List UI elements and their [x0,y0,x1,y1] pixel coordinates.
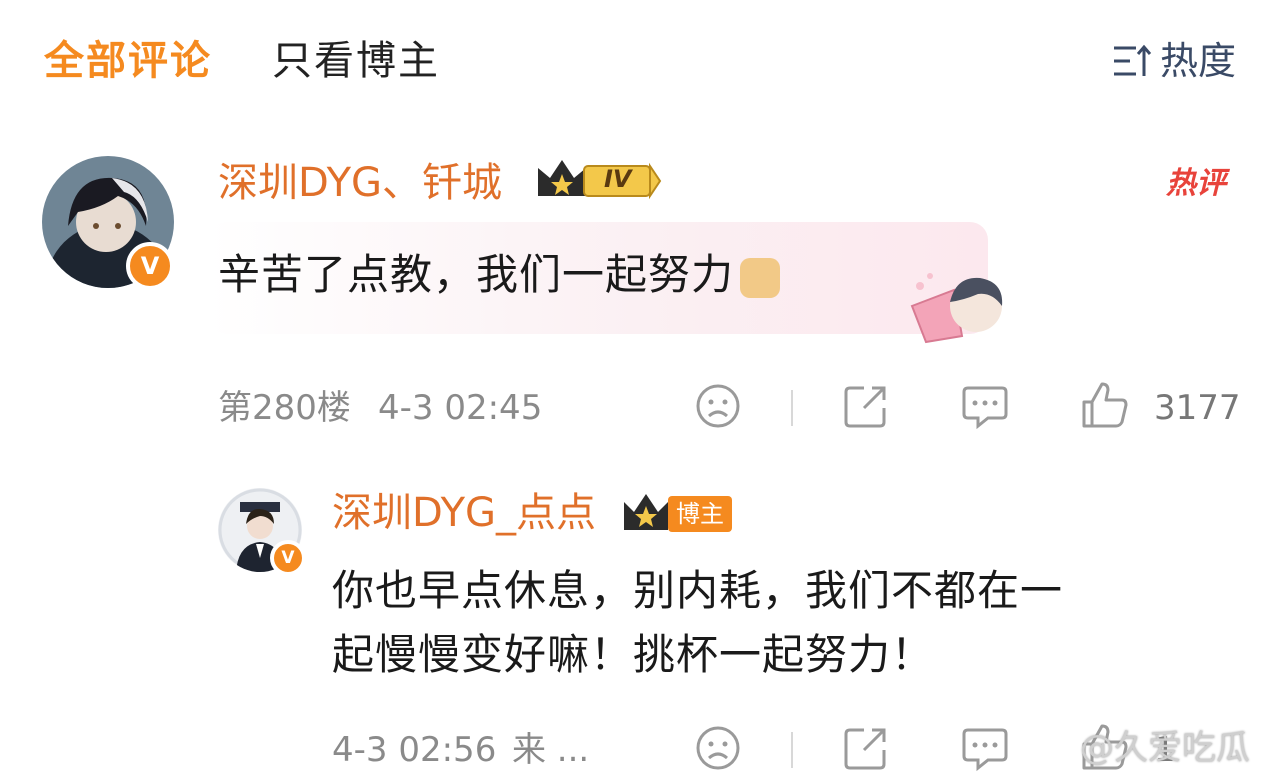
tab-all-comments[interactable]: 全部评论 [44,36,212,86]
sort-label: 热度 [1159,39,1236,83]
comment-text: 辛苦了点教，我们一起努力 [218,244,781,306]
like-count: 3177 [1154,388,1241,428]
reply-text-line1: 你也早点休息，别内耗，我们不都在一 [332,566,1064,615]
tab-blogger-only[interactable]: 只看博主 [272,36,440,86]
crown-icon [538,160,662,200]
reply-verified-badge-icon: V [270,540,306,576]
dislike-face-icon[interactable] [694,382,742,430]
reply-dislike-face-icon[interactable] [694,724,742,772]
comment-icon[interactable] [960,382,1010,432]
sort-icon [1113,44,1152,76]
share-icon[interactable] [842,382,890,430]
comment-text-content: 辛苦了点教，我们一起努力 [218,250,735,299]
reply-source: 来 ... [512,730,590,770]
reply-username[interactable]: 深圳DYG_点点 [332,488,596,538]
hot-comment-tag: 热评 [1166,166,1226,201]
floor-number: 第280楼 [218,388,351,428]
watermark: @久爱吃瓜 [1080,728,1250,768]
comment-username[interactable]: 深圳DYG、钎城 [218,158,502,208]
comment-time: 4-3 02:45 [378,388,543,428]
fist-emoji-icon [740,257,781,298]
divider [791,390,793,426]
chibi-sticker-icon [910,273,1003,344]
reply-text-line2: 起慢慢变好嘛！挑杯一起努力！ [332,630,935,679]
reply-comment-icon[interactable] [960,724,1010,774]
reply-time: 4-3 02:56 [332,730,497,770]
verified-badge-icon: V [126,242,174,290]
level-badge: IV [534,154,664,208]
reply-divider [791,732,793,768]
sort-button[interactable]: 热度 [1112,36,1236,86]
like-icon[interactable] [1080,380,1130,430]
reply-crown-icon [624,494,668,530]
blogger-tag: 博主 [668,496,732,532]
level-text: IV [604,165,632,193]
reply-share-icon[interactable] [842,724,890,772]
